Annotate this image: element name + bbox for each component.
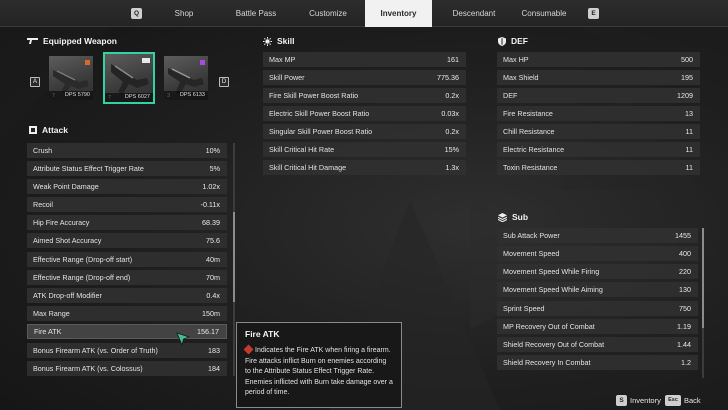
weapon-slot-2-selected[interactable]: 7 DPS 6027	[103, 52, 155, 104]
tab-shop[interactable]: Shop	[162, 0, 206, 27]
stat-row[interactable]: ATK Drop-off Modifier 0.4x	[27, 288, 227, 303]
stat-row[interactable]: Singular Skill Power Boost Ratio 0.2x	[263, 124, 466, 139]
stat-row[interactable]: Bonus Firearm ATK (vs. Colossus) 184	[27, 361, 227, 376]
stat-row[interactable]: Sub Attack Power 1455	[497, 228, 698, 243]
stat-row[interactable]: Effective Range (Drop-off start) 40m	[27, 252, 227, 267]
stat-row[interactable]: Max HP 500	[497, 52, 700, 67]
tab-battle-pass[interactable]: Battle Pass	[225, 0, 287, 27]
stat-row[interactable]: Sprint Speed 750	[497, 301, 698, 316]
weapon-dps: DPS 6133	[164, 91, 208, 100]
tooltip-title: Fire ATK	[245, 329, 280, 339]
nav-next-key[interactable]: E	[588, 8, 599, 19]
gun-icon	[27, 38, 38, 44]
stat-row[interactable]: Shield Recovery Out of Combat 1.44	[497, 337, 698, 352]
stat-row[interactable]: Attribute Status Effect Trigger Rate 5%	[27, 161, 227, 176]
tab-descendant[interactable]: Descendant	[445, 0, 503, 27]
tab-consumable[interactable]: Consumable	[515, 0, 573, 27]
fire-atk-tooltip: Fire ATK Indicates the Fire ATK when fir…	[236, 322, 402, 408]
stat-row[interactable]: Fire Skill Power Boost Ratio 0.2x	[263, 88, 466, 103]
top-navigation: Q Shop Battle Pass Customize Inventory D…	[0, 0, 728, 27]
weapon-slot-1[interactable]: 7 DPS 5790	[49, 56, 93, 100]
equipped-tag	[142, 58, 150, 63]
stat-row[interactable]: Max MP 161	[263, 52, 466, 67]
stat-row[interactable]: Hip Fire Accuracy 68.39	[27, 215, 227, 230]
stat-row[interactable]: Crush 10%	[27, 143, 227, 158]
weapon-dps: DPS 5790	[49, 91, 93, 100]
attack-header: Attack	[29, 125, 68, 135]
tooltip-body: Indicates the Fire ATK when firing a fir…	[243, 344, 393, 399]
stat-row[interactable]: Weak Point Damage 1.02x	[27, 179, 227, 194]
stat-row[interactable]: Toxin Resistance 11	[497, 160, 700, 175]
back-label[interactable]: Back	[684, 395, 701, 406]
skill-title: Skill	[277, 36, 295, 46]
rarity-tag	[85, 60, 90, 65]
attack-title: Attack	[42, 125, 68, 135]
sub-header: Sub	[498, 212, 528, 222]
equipped-weapon-header: Equipped Weapon	[27, 36, 117, 46]
stat-row[interactable]: Fire Resistance 13	[497, 106, 700, 121]
stat-row[interactable]: Electric Resistance 11	[497, 142, 700, 157]
stat-row[interactable]: Skill Critical Hit Damage 1.3x	[263, 160, 466, 175]
target-icon	[29, 126, 37, 134]
stat-row[interactable]: Movement Speed While Aiming 130	[497, 282, 698, 297]
layers-icon	[498, 212, 507, 222]
skill-header: Skill	[263, 36, 294, 46]
stat-row[interactable]: Skill Power 775.36	[263, 70, 466, 85]
stat-row[interactable]: Electric Skill Power Boost Ratio 0.03x	[263, 106, 466, 121]
mouse-cursor-icon	[176, 332, 190, 346]
nav-prev-key[interactable]: Q	[131, 8, 142, 19]
def-title: DEF	[511, 36, 528, 46]
sub-title: Sub	[512, 212, 529, 222]
def-header: DEF	[498, 36, 528, 46]
prev-weapon-key[interactable]: A	[30, 77, 40, 87]
stat-row[interactable]: MP Recovery Out of Combat 1.19	[497, 319, 698, 334]
inventory-key[interactable]: S	[616, 395, 627, 406]
tab-customize[interactable]: Customize	[301, 0, 355, 27]
tooltip-text: Indicates the Fire ATK when firing a fir…	[245, 347, 393, 396]
weapon-slot-3[interactable]: 3 DPS 6133	[164, 56, 208, 100]
stat-row[interactable]: Aimed Shot Accuracy 75.6	[27, 233, 227, 248]
stat-row[interactable]: Movement Speed While Firing 220	[497, 264, 698, 279]
equipped-weapon-title: Equipped Weapon	[43, 36, 117, 46]
inventory-label[interactable]: Inventory	[630, 395, 661, 406]
stat-row[interactable]: Bonus Firearm ATK (vs. Order of Truth) 18…	[27, 343, 227, 358]
back-key[interactable]: Esc	[665, 395, 681, 406]
fire-icon	[243, 344, 254, 355]
stat-row[interactable]: Max Range 150m	[27, 306, 227, 321]
stat-row[interactable]: Shield Recovery In Combat 1.2	[497, 355, 698, 370]
stat-row[interactable]: Movement Speed 400	[497, 246, 698, 261]
shield-icon	[498, 36, 506, 46]
rarity-tag	[200, 60, 205, 65]
tab-inventory[interactable]: Inventory	[365, 0, 432, 27]
stat-row[interactable]: Recoil -0.11x	[27, 197, 227, 212]
sub-scroll-thumb[interactable]	[702, 228, 704, 328]
stat-row[interactable]: Max Shield 195	[497, 70, 700, 85]
attack-scroll-thumb[interactable]	[233, 212, 235, 302]
next-weapon-key[interactable]: D	[219, 77, 229, 87]
stat-row[interactable]: Effective Range (Drop-off end) 70m	[27, 270, 227, 285]
stat-row[interactable]: Chill Resistance 11	[497, 124, 700, 139]
stat-row[interactable]: Skill Critical Hit Rate 15%	[263, 142, 466, 157]
weapon-dps: DPS 6027	[105, 93, 153, 102]
stat-row-hovered[interactable]: Fire ATK 156.17	[27, 324, 227, 339]
stat-row[interactable]: DEF 1209	[497, 88, 700, 103]
sun-icon	[263, 36, 272, 46]
